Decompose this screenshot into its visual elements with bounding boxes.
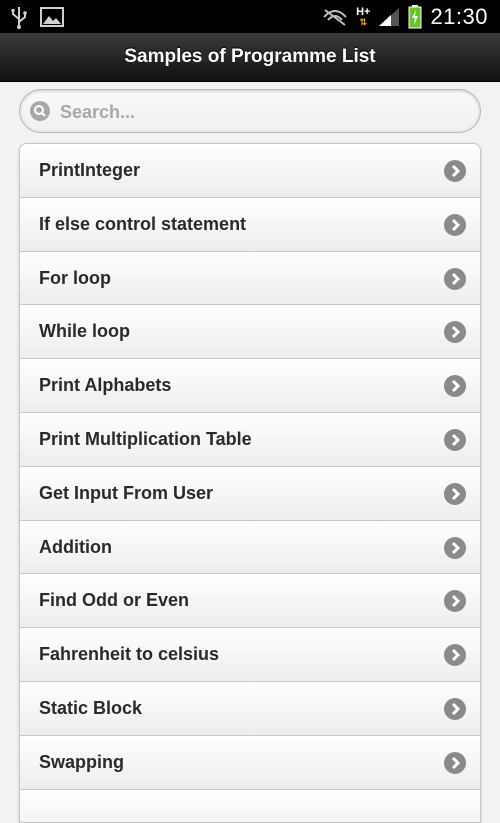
status-time: 21:30 [430, 3, 488, 29]
list-item-label: Fahrenheit to celsius [39, 644, 220, 665]
list-item-label: If else control statement [39, 213, 247, 234]
page-title: Samples of Programme List [124, 46, 376, 67]
chevron-right-icon [444, 267, 466, 290]
list-item[interactable]: Get Input From User [20, 466, 480, 521]
list-item[interactable]: Print Alphabets [20, 359, 480, 413]
list-item[interactable]: Print Multiplication Table [20, 412, 480, 467]
list-item-label: For loop [39, 267, 111, 288]
chevron-right-icon [444, 751, 466, 774]
programme-list: PrintInteger If else control statement F… [19, 143, 481, 823]
list-item[interactable]: Fahrenheit to celsius [20, 628, 480, 682]
list-item-label: While loop [39, 321, 130, 342]
signal-bars-icon [379, 7, 400, 26]
status-left-icons [10, 4, 64, 30]
list-item-label: Get Input From User [39, 482, 214, 503]
network-type-label: H+ [356, 5, 371, 18]
chevron-right-icon [444, 428, 466, 451]
chevron-right-icon [444, 644, 466, 667]
no-signal-muted-icon [323, 8, 347, 26]
list-item-label: Find Odd or Even [39, 590, 190, 611]
chevron-right-icon [444, 697, 466, 720]
chevron-right-icon [444, 213, 466, 236]
usb-icon [11, 7, 27, 29]
list-item-label: Print Multiplication Table [39, 428, 252, 449]
chevron-right-icon [444, 321, 466, 344]
list-item-label: PrintInteger [39, 160, 141, 180]
list-item[interactable]: For loop [20, 251, 480, 306]
list-item-label: Swapping [39, 751, 124, 772]
list-item[interactable] [20, 789, 480, 822]
network-hplus-icon: H+ ⇅ [356, 5, 371, 27]
list-item[interactable]: Addition [20, 520, 480, 575]
list-item-label: Addition [39, 536, 112, 557]
list-item-label: Static Block [39, 697, 143, 718]
search-bar[interactable] [19, 89, 481, 133]
gallery-icon [40, 7, 64, 27]
list-item-label: Print Alphabets [39, 375, 172, 396]
status-bar: H+ ⇅ 21:30 [0, 0, 500, 33]
list-item[interactable]: PrintInteger [20, 144, 480, 198]
list-item[interactable]: Static Block [20, 681, 480, 736]
list-item[interactable]: While loop [20, 305, 480, 360]
chevron-right-icon [444, 590, 466, 613]
chevron-right-icon [444, 482, 466, 505]
battery-charging-icon [408, 4, 422, 28]
chevron-right-icon [444, 536, 466, 559]
chevron-right-icon [444, 160, 466, 182]
search-icon [30, 101, 50, 121]
search-input[interactable] [58, 96, 472, 128]
list-item[interactable]: If else control statement [20, 197, 480, 252]
app-header: Samples of Programme List [0, 33, 500, 82]
list-item[interactable]: Find Odd or Even [20, 574, 480, 629]
list-item[interactable]: Swapping [20, 735, 480, 790]
status-right-icons: H+ ⇅ 21:30 [322, 0, 488, 33]
chevron-right-icon [444, 375, 466, 398]
